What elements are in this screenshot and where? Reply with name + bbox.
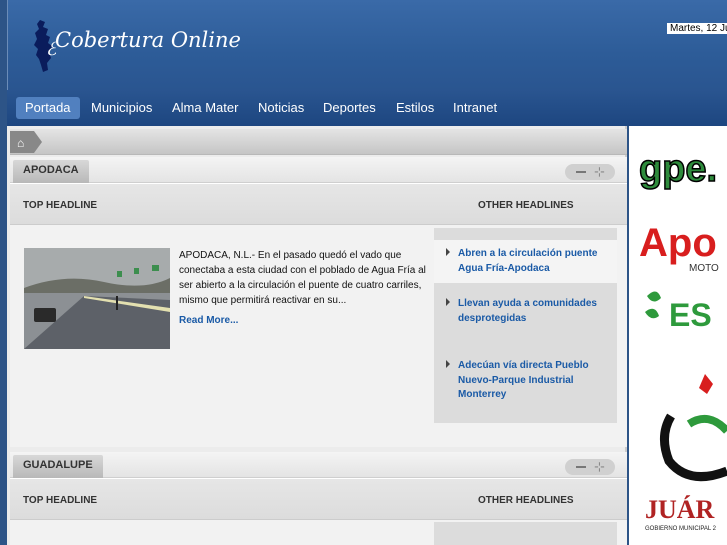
nav-item-estilos[interactable]: Estilos <box>387 97 443 119</box>
sidebar-ads: gpe. Apo MOTO ES JUÁR GOBIERNO MUNICIPAL… <box>629 126 727 545</box>
read-more-link[interactable]: Read More... <box>179 313 429 328</box>
site-header: ℰ Cobertura Online Martes, 12 Jul <box>7 0 727 90</box>
top-headline-label: TOP HEADLINE <box>23 495 98 506</box>
state-map-logo-icon: ℰ <box>34 20 56 72</box>
headline-link[interactable]: Adecúan vía directa Pueblo Nuevo-Parque … <box>458 360 589 400</box>
breadcrumb: ⌂ <box>10 129 627 155</box>
sponsor-apodaca[interactable]: Apo <box>639 221 717 265</box>
bullet-arrow-icon <box>446 298 450 306</box>
section-bar: APODACA ⊹ <box>10 157 627 183</box>
section-title: GUADALUPE <box>13 455 103 478</box>
top-headline-label: TOP HEADLINE <box>23 200 98 211</box>
other-headline-item[interactable]: Adecúan vía directa Pueblo Nuevo-Parque … <box>434 352 617 410</box>
flame-icon <box>699 374 713 394</box>
swoosh-green-icon <box>686 414 727 434</box>
other-headlines-label: OTHER HEADLINES <box>478 495 574 506</box>
article-image[interactable] <box>24 248 170 349</box>
other-headlines-label: OTHER HEADLINES <box>478 200 574 211</box>
nav-item-municipios[interactable]: Municipios <box>82 97 161 119</box>
other-headlines-list <box>434 522 617 545</box>
nav-item-noticias[interactable]: Noticias <box>249 97 313 119</box>
headline-link[interactable]: Abren a la circulación puente Agua Fría-… <box>458 248 597 274</box>
bullet-arrow-icon <box>446 360 450 368</box>
move-icon[interactable]: ⊹ <box>594 164 605 180</box>
article-summary: APODACA, N.L.- En el pasado quedó el vad… <box>179 248 429 328</box>
minimize-icon[interactable] <box>576 171 586 173</box>
nav-item-intranet[interactable]: Intranet <box>444 97 506 119</box>
other-headlines-list: Abren a la circulación puente Agua Fría-… <box>434 228 617 423</box>
section-controls: ⊹ <box>565 164 615 180</box>
section-title: APODACA <box>13 160 89 183</box>
home-button[interactable]: ⌂ <box>10 131 42 153</box>
current-date: Martes, 12 Jul <box>667 23 727 34</box>
move-icon[interactable]: ⊹ <box>594 459 605 475</box>
home-icon: ⌂ <box>17 136 25 150</box>
sponsor-juarez[interactable]: JUÁR <box>645 495 715 524</box>
nav-item-alma-mater[interactable]: Alma Mater <box>163 97 247 119</box>
sponsor-gobierno: GOBIERNO MUNICIPAL 2 <box>645 526 717 532</box>
sponsor-moto: MOTO <box>689 263 719 274</box>
sponsor-es[interactable]: ES <box>669 297 712 333</box>
headline-header-row: TOP HEADLINE OTHER HEADLINES <box>10 478 627 520</box>
section-guadalupe: GUADALUPE ⊹ TOP HEADLINE OTHER HEADLINES <box>10 452 627 545</box>
section-bar: GUADALUPE ⊹ <box>10 452 627 478</box>
headline-header-row: TOP HEADLINE OTHER HEADLINES <box>10 183 627 225</box>
nav-item-deportes[interactable]: Deportes <box>314 97 385 119</box>
headline-link[interactable]: Llevan ayuda a comunidades desprotegidas <box>458 298 597 324</box>
site-name[interactable]: Cobertura Online <box>55 28 241 52</box>
article-summary-text: APODACA, N.L.- En el pasado quedó el vad… <box>179 250 426 306</box>
minimize-icon[interactable] <box>576 466 586 468</box>
nav-item-portada[interactable]: Portada <box>16 97 80 119</box>
sponsor-logos[interactable]: gpe. Apo MOTO ES JUÁR GOBIERNO MUNICIPAL… <box>629 126 727 545</box>
leaf-icon <box>645 291 661 319</box>
other-headline-item[interactable]: Abren a la circulación puente Agua Fría-… <box>434 240 617 283</box>
sponsor-gpe[interactable]: gpe. <box>638 147 718 191</box>
bullet-arrow-icon <box>446 248 450 256</box>
other-headline-item[interactable]: Llevan ayuda a comunidades desprotegidas <box>434 290 617 333</box>
main-content: ⌂ APODACA ⊹ TOP HEADLINE OTHER HEADLINES… <box>7 126 627 545</box>
section-controls: ⊹ <box>565 459 615 475</box>
main-nav: Portada Municipios Alma Mater Noticias D… <box>7 90 727 126</box>
